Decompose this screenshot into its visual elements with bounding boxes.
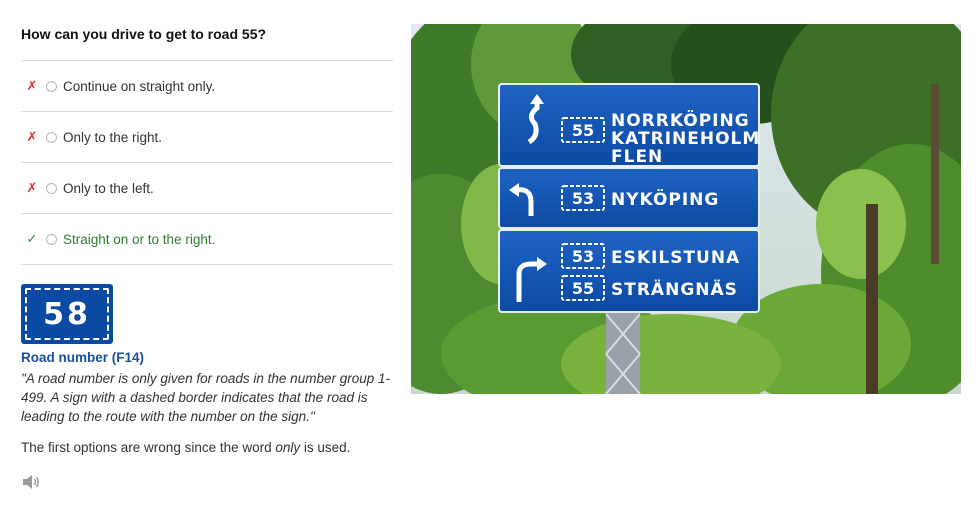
destination: STRÄNGNÄS [611,278,738,300]
answer-option-2[interactable]: ✗ Only to the right. [21,111,393,162]
question-text: How can you drive to get to road 55? [21,26,267,42]
answer-option-3[interactable]: ✗ Only to the left. [21,162,393,213]
wrong-mark-icon: ✗ [26,78,38,93]
wrong-mark-icon: ✗ [26,180,38,195]
answer-label: Only to the left. [63,180,154,196]
road-number-sign-number: 58 [25,288,109,340]
road-number-title: Road number (F14) [21,350,145,365]
destination: FLEN [611,147,663,167]
radio-button[interactable] [46,80,57,92]
radio-button[interactable] [46,131,57,143]
wrong-mark-icon: ✗ [26,129,38,144]
destination: ESKILSTUNA [611,248,740,268]
road-number-sign-image: 58 [21,284,113,344]
destination: NYKÖPING [611,188,719,210]
route-number: 55 [572,121,594,140]
answer-options: ✗ Continue on straight only. ✗ Only to t… [21,60,393,265]
explanation-before: The first options are wrong since the wo… [21,440,276,455]
route-number: 53 [572,247,594,266]
check-mark-icon: ✓ [26,231,38,246]
road-sign-photo: 55 53 53 55 NORRKÖPING KATRINEHOLM FLEN … [361,0,978,414]
radio-button[interactable] [46,233,57,245]
route-number: 55 [572,279,594,298]
explanation-after: is used. [300,440,351,455]
regulation-quote: "A road number is only given for roads i… [21,371,390,424]
answer-option-4[interactable]: ✓ Straight on or to the right. [21,213,393,265]
destination: KATRINEHOLM [611,129,760,149]
speaker-icon[interactable] [21,474,41,490]
destination: NORRKÖPING [611,109,750,131]
direction-sign: 55 53 53 55 NORRKÖPING KATRINEHOLM FLEN … [498,83,760,313]
radio-button[interactable] [46,182,57,194]
sign-pole [605,312,641,395]
answer-label: Only to the right. [63,129,163,145]
answer-label: Continue on straight only. [63,78,216,94]
answer-label: Straight on or to the right. [63,231,216,247]
explanation-emphasis: only [275,440,301,455]
answer-option-1[interactable]: ✗ Continue on straight only. [21,60,393,111]
route-number: 53 [572,189,594,208]
explanation-text: The first options are wrong since the wo… [21,440,399,455]
